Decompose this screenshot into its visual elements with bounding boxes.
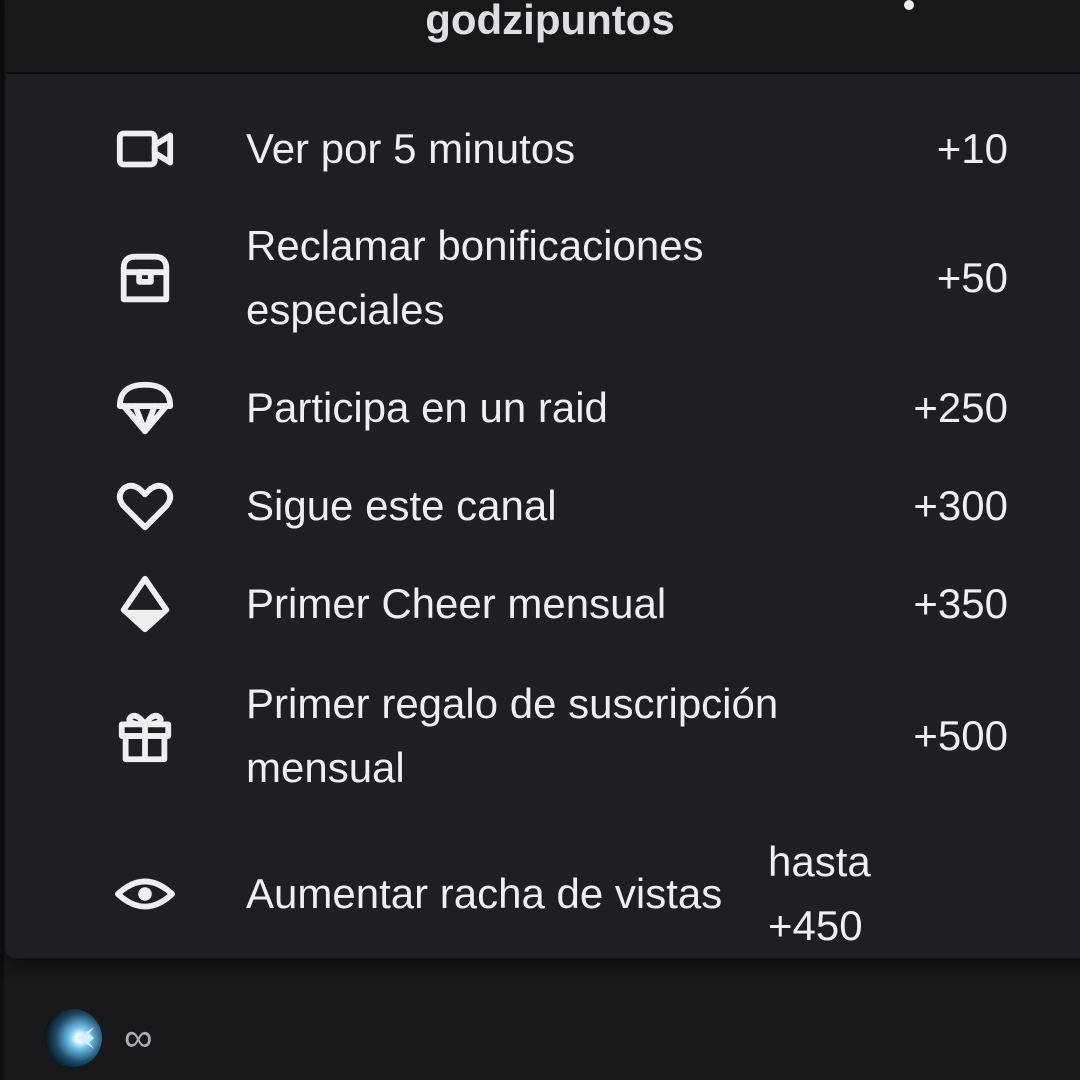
eye-icon <box>110 859 180 929</box>
list-item: Reclamar bonificaciones especiales +50 <box>6 214 1080 342</box>
reward-value: +350 <box>913 580 1008 627</box>
reward-label: Primer Cheer mensual <box>246 580 667 627</box>
list-item: Ver por 5 minutos +10 <box>6 117 1080 181</box>
reward-label: Ver por 5 minutos <box>246 125 576 172</box>
list-item: Aumentar racha de vistas hasta +450 <box>6 830 1080 958</box>
list-item: Participa en un raid +250 <box>6 376 1080 440</box>
reward-value: +50 <box>936 254 1008 301</box>
treasure-chest-icon <box>110 243 180 313</box>
parachute-icon <box>110 373 180 443</box>
earn-points-list: Ver por 5 minutos +10 Reclamar bonificac… <box>6 0 1080 958</box>
channel-points-footer[interactable]: ∞ <box>44 1008 153 1068</box>
reward-label: Sigue este canal <box>246 482 557 529</box>
heart-icon <box>110 471 180 541</box>
page-edge <box>0 0 4 1080</box>
reward-label: Reclamar bonificaciones especiales <box>246 222 704 333</box>
list-item: Primer Cheer mensual +350 <box>6 572 1080 636</box>
list-item: Primer regalo de suscripción mensual +50… <box>6 672 1080 800</box>
reward-value: +450 <box>768 902 863 949</box>
channel-points-popover: godzipuntos Ver por 5 minutos +10 Reclam… <box>6 0 1080 958</box>
reward-label: Primer regalo de suscripción mensual <box>246 680 779 791</box>
reward-value: +500 <box>913 712 1008 759</box>
gift-icon <box>110 701 180 771</box>
reward-label: Participa en un raid <box>246 384 608 431</box>
reward-value: +250 <box>913 384 1008 431</box>
channel-points-badge-icon[interactable] <box>44 1009 102 1067</box>
reward-label: Aumentar racha de vistas <box>246 870 723 917</box>
points-page: godzipuntos Ver por 5 minutos +10 Reclam… <box>0 0 1080 1080</box>
points-balance: ∞ <box>124 1016 153 1060</box>
reward-value: +300 <box>913 482 1008 529</box>
reward-value: +10 <box>936 125 1008 172</box>
bits-gem-icon <box>110 569 180 639</box>
reward-value-prefix: hasta <box>768 838 871 885</box>
video-camera-icon <box>110 114 180 184</box>
list-item: Sigue este canal +300 <box>6 474 1080 538</box>
